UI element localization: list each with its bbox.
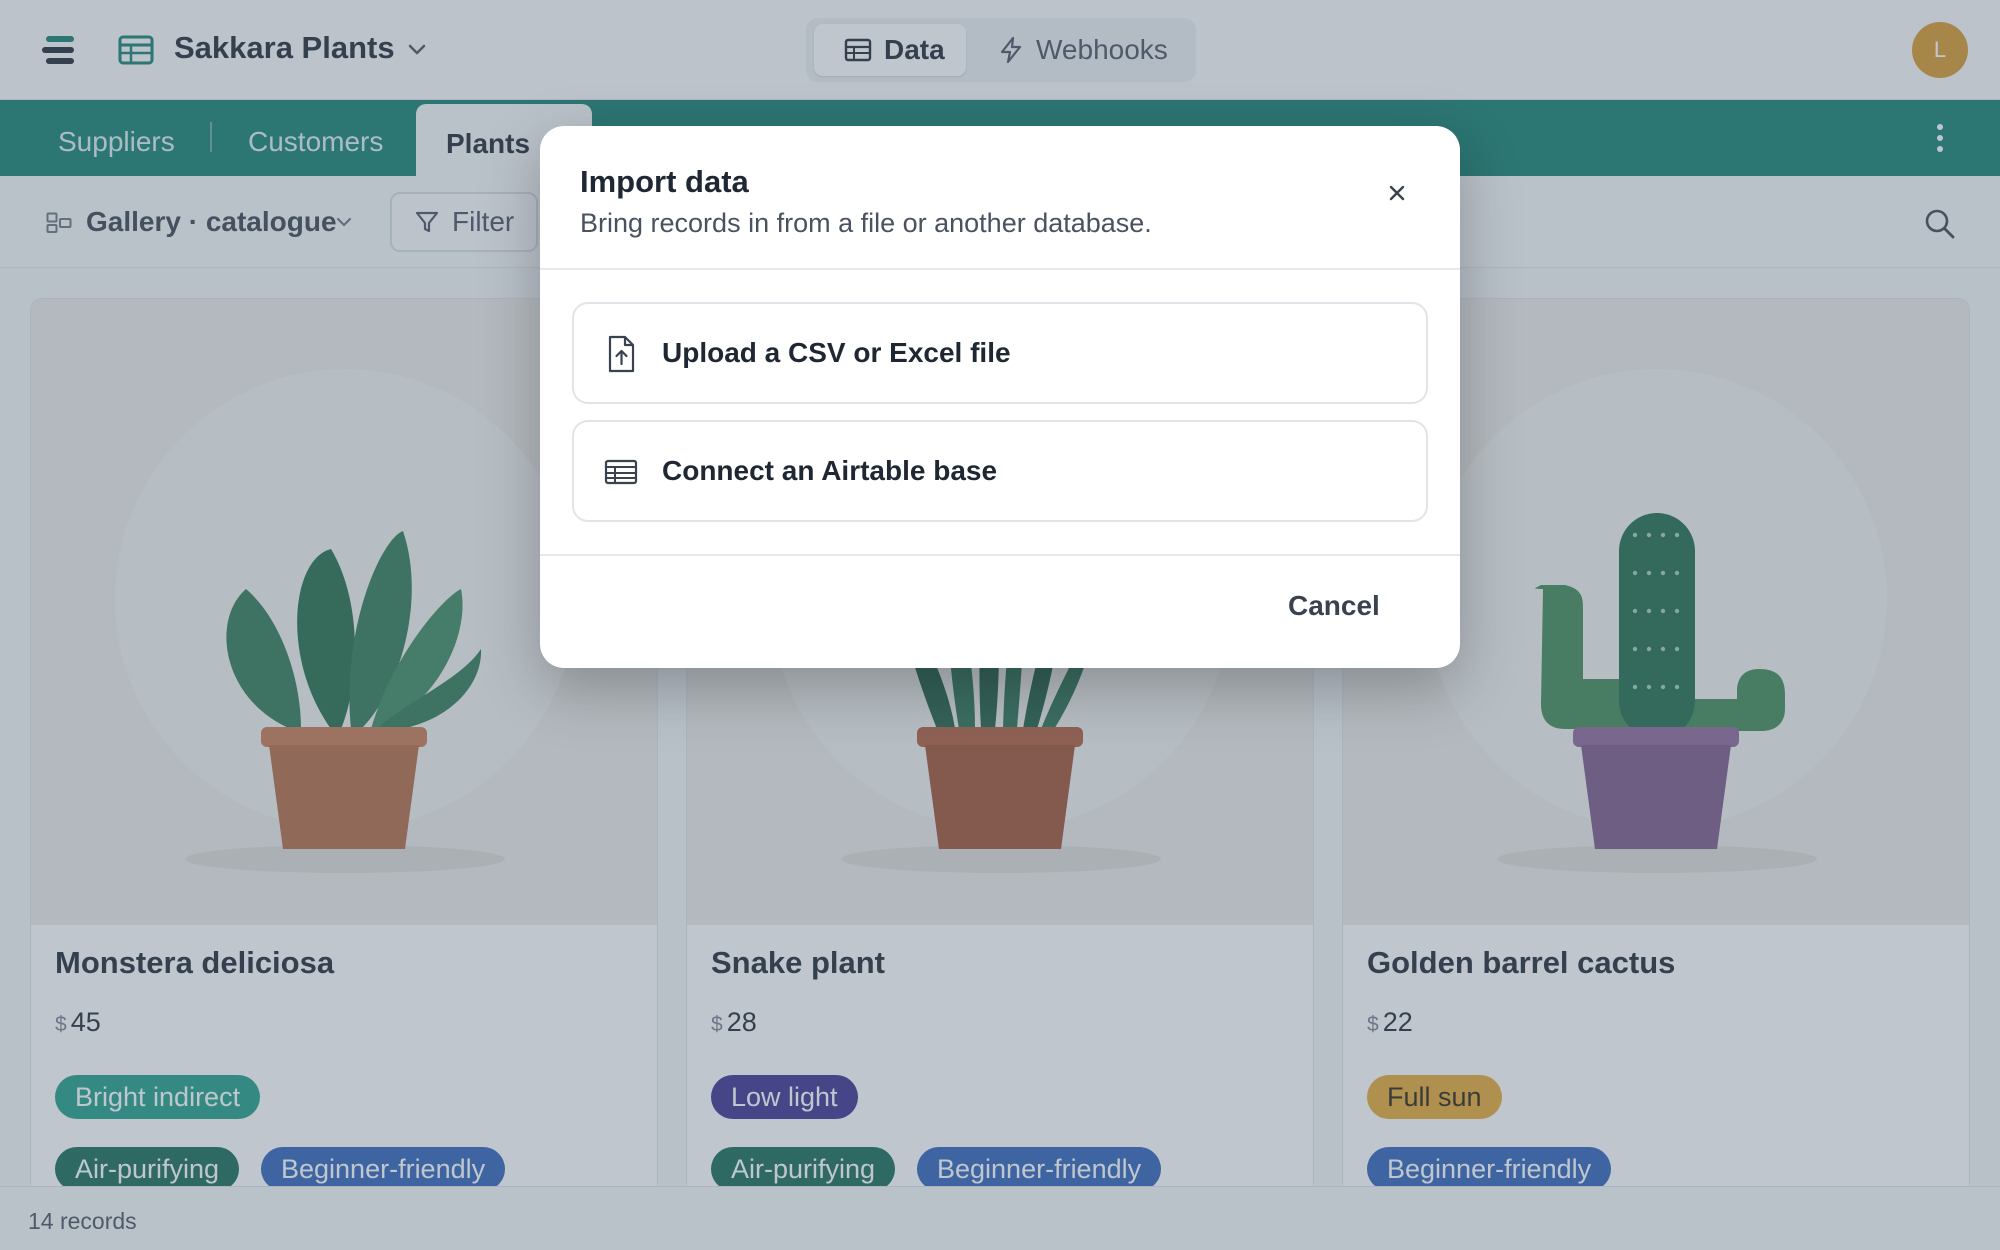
cancel-button[interactable]: Cancel	[1288, 590, 1380, 622]
import-data-dialog: Import data Bring records in from a file…	[540, 126, 1460, 668]
upload-file-option[interactable]: Upload a CSV or Excel file	[572, 302, 1428, 404]
option-label: Connect an Airtable base	[662, 455, 998, 486]
file-upload-icon	[608, 335, 635, 373]
divider	[540, 554, 1460, 556]
option-label: Upload a CSV or Excel file	[662, 337, 1011, 368]
dialog-subtitle: Bring records in from a file or another …	[580, 208, 1152, 238]
close-icon[interactable]	[1380, 176, 1414, 210]
dialog-title: Import data	[580, 164, 749, 199]
divider	[540, 268, 1460, 270]
connect-airtable-option[interactable]: Connect an Airtable base	[572, 420, 1428, 522]
table-icon	[604, 459, 638, 485]
